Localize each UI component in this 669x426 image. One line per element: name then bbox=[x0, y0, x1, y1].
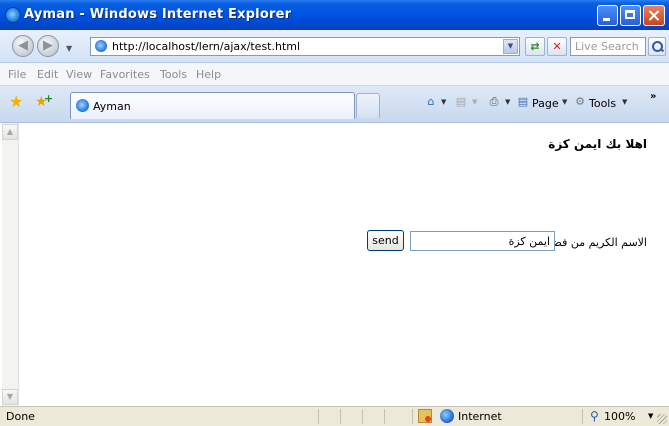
menu-view[interactable]: View bbox=[66, 68, 92, 81]
zoom-icon[interactable]: ⚲ bbox=[590, 409, 599, 423]
address-dropdown-button[interactable]: ▼ bbox=[503, 39, 518, 54]
zone-text: Internet bbox=[458, 410, 502, 423]
forward-arrow-icon: ▶ bbox=[43, 38, 53, 53]
print-icon[interactable]: ⎙ bbox=[486, 94, 502, 110]
close-button[interactable] bbox=[643, 5, 665, 26]
status-divider bbox=[384, 409, 385, 424]
refresh-icon: ⇄ bbox=[530, 40, 540, 53]
home-icon[interactable]: ⌂ bbox=[423, 94, 439, 110]
menu-help[interactable]: Help bbox=[196, 68, 221, 81]
zoom-dropdown[interactable]: ▼ bbox=[648, 412, 653, 420]
status-text: Done bbox=[6, 410, 35, 423]
feeds-icon[interactable]: ▤ bbox=[453, 94, 469, 110]
status-bar: Done Internet ⚲ 100% ▼ bbox=[0, 406, 669, 426]
send-button[interactable]: send bbox=[367, 230, 404, 251]
status-divider bbox=[340, 409, 341, 424]
tab-label: Ayman bbox=[93, 100, 131, 113]
page-heading: اهلا بك ايمن كزة bbox=[548, 137, 647, 151]
tools-menu-label[interactable]: Tools bbox=[589, 97, 616, 110]
maximize-button[interactable] bbox=[620, 5, 641, 26]
forward-button[interactable]: ▶ bbox=[37, 35, 59, 57]
tools-dropdown[interactable]: ▼ bbox=[622, 98, 627, 106]
ie-page-icon bbox=[95, 40, 107, 52]
chevron-up-icon: ▲ bbox=[6, 127, 14, 136]
menu-tools[interactable]: Tools bbox=[160, 68, 187, 81]
page-icon: ▤ bbox=[517, 95, 529, 108]
favorites-star-icon[interactable]: ★ bbox=[9, 94, 25, 110]
feeds-dropdown[interactable]: ▼ bbox=[472, 98, 477, 106]
security-zone-icon[interactable] bbox=[418, 409, 432, 423]
search-button[interactable] bbox=[648, 37, 666, 56]
name-input[interactable] bbox=[410, 231, 555, 251]
address-field[interactable]: http://localhost/lern/ajax/test.html ▼ bbox=[90, 37, 520, 56]
ie-logo-icon bbox=[5, 7, 21, 23]
resize-grip[interactable] bbox=[657, 414, 667, 424]
status-divider bbox=[582, 409, 583, 424]
url-text: http://localhost/lern/ajax/test.html bbox=[112, 40, 301, 53]
globe-icon bbox=[440, 409, 454, 423]
page-content: ▲ ▼ اهلا بك ايمن كزة الاسم الكريم من فضل… bbox=[0, 123, 669, 406]
status-divider bbox=[412, 409, 413, 424]
vertical-scrollbar[interactable]: ▲ ▼ bbox=[2, 123, 19, 406]
refresh-button[interactable]: ⇄ bbox=[525, 37, 545, 56]
search-input[interactable]: Live Search bbox=[570, 37, 646, 56]
scroll-down-button[interactable]: ▼ bbox=[2, 389, 18, 405]
back-button[interactable]: ◀ bbox=[12, 35, 34, 57]
chevron-right-icon[interactable]: » bbox=[650, 91, 656, 102]
menu-bar: File Edit View Favorites Tools Help bbox=[0, 63, 669, 86]
home-dropdown[interactable]: ▼ bbox=[441, 98, 446, 106]
minimize-button[interactable] bbox=[597, 5, 618, 26]
name-label: الاسم الكريم من فضلك bbox=[539, 236, 647, 249]
tab-ayman[interactable]: Ayman bbox=[70, 92, 355, 119]
menu-edit[interactable]: Edit bbox=[37, 68, 58, 81]
status-divider bbox=[318, 409, 319, 424]
title-bar[interactable]: Ayman - Windows Internet Explorer bbox=[0, 0, 669, 30]
address-toolbar: ◀ ▶ ▼ http://localhost/lern/ajax/test.ht… bbox=[0, 30, 669, 63]
stop-icon: ✕ bbox=[552, 40, 562, 53]
menu-file[interactable]: File bbox=[8, 68, 26, 81]
page-dropdown[interactable]: ▼ bbox=[562, 98, 567, 106]
ie-page-icon bbox=[76, 99, 89, 112]
page-menu-label[interactable]: Page bbox=[532, 97, 559, 110]
back-arrow-icon: ◀ bbox=[18, 38, 28, 53]
menu-favorites[interactable]: Favorites bbox=[100, 68, 150, 81]
gear-icon: ⚙ bbox=[575, 95, 585, 108]
window-title: Ayman - Windows Internet Explorer bbox=[24, 7, 292, 22]
stop-button[interactable]: ✕ bbox=[547, 37, 567, 56]
scroll-up-button[interactable]: ▲ bbox=[2, 124, 18, 140]
tab-command-bar: ★ ★ Ayman ⌂ ▼ ▤ ▼ ⎙ ▼ ▤ Page ▼ ⚙ Tools ▼… bbox=[0, 86, 669, 123]
status-divider bbox=[362, 409, 363, 424]
new-tab-button[interactable] bbox=[356, 93, 380, 118]
recent-pages-dropdown[interactable]: ▼ bbox=[66, 44, 72, 53]
search-placeholder: Live Search bbox=[575, 40, 639, 53]
zoom-level[interactable]: 100% bbox=[604, 410, 635, 423]
add-favorites-icon[interactable]: ★ bbox=[35, 91, 53, 110]
chevron-down-icon: ▼ bbox=[6, 392, 14, 401]
print-dropdown[interactable]: ▼ bbox=[505, 98, 510, 106]
